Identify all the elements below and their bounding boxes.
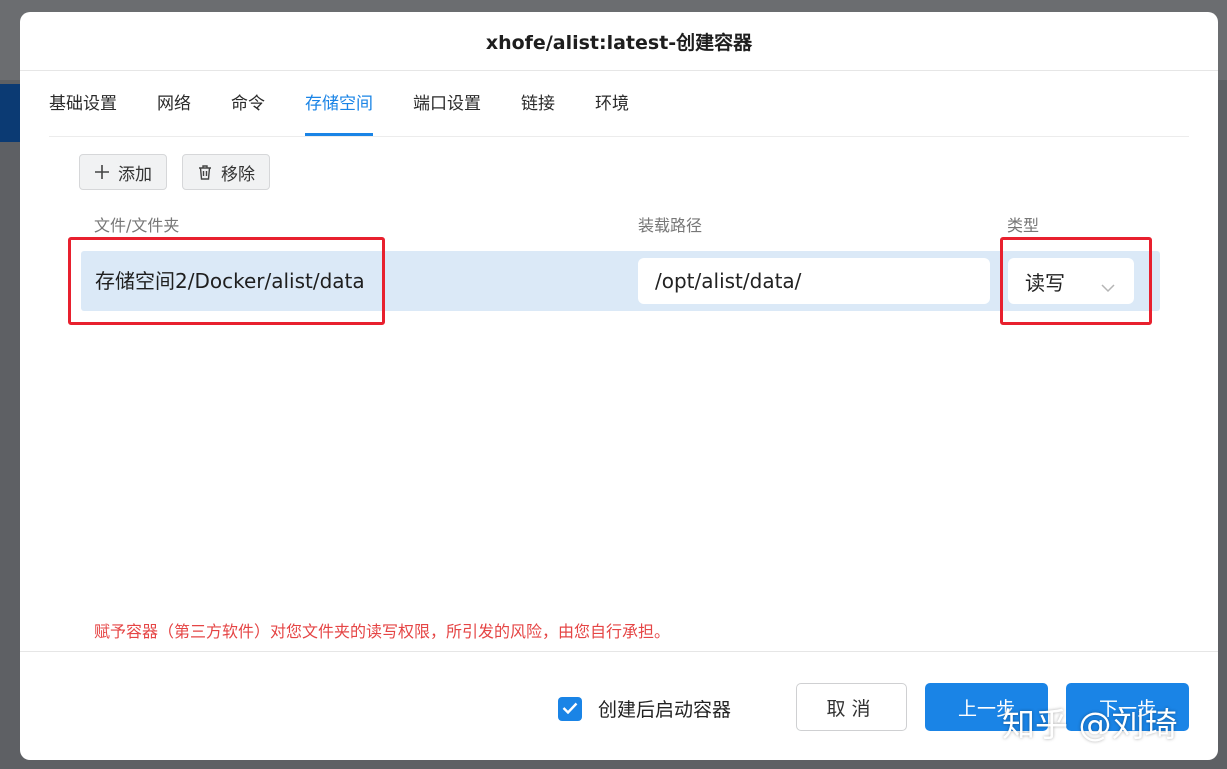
start-after-create-checkbox[interactable] <box>558 696 582 721</box>
dialog-title-bar: xhofe/alist:latest-创建容器 <box>20 12 1218 71</box>
create-container-dialog: xhofe/alist:latest-创建容器 基础设置 网络 命令 存储空间 … <box>20 12 1218 760</box>
tab-basic-settings[interactable]: 基础设置 <box>49 82 117 136</box>
dialog-title: xhofe/alist:latest-创建容器 <box>485 31 753 54</box>
column-header-type: 类型 <box>1007 216 1040 235</box>
plus-icon <box>94 164 110 180</box>
background-app-sidebar <box>0 84 22 142</box>
column-header-mount-path: 装载路径 <box>638 216 703 235</box>
highlight-box-type <box>1000 237 1152 325</box>
highlight-box-file <box>68 237 385 325</box>
start-after-create-option[interactable]: 创建后启动容器 <box>558 695 731 722</box>
tab-network[interactable]: 网络 <box>157 82 191 136</box>
tab-command[interactable]: 命令 <box>231 82 265 136</box>
tab-environment[interactable]: 环境 <box>595 82 629 136</box>
risk-warning-text: 赋予容器（第三方软件）对您文件夹的读写权限，所引发的风险，由您自行承担。 <box>94 622 671 641</box>
tab-links[interactable]: 链接 <box>521 82 555 136</box>
column-header-file: 文件/文件夹 <box>94 216 180 235</box>
add-button-label: 添加 <box>118 164 152 185</box>
start-after-create-label: 创建后启动容器 <box>598 699 732 721</box>
tab-port-settings[interactable]: 端口设置 <box>413 82 481 136</box>
remove-button[interactable]: 移除 <box>182 154 270 190</box>
check-icon <box>562 699 578 718</box>
watermark: 知乎 @刘琦 <box>1002 705 1178 744</box>
tab-storage[interactable]: 存储空间 <box>305 82 373 136</box>
tab-bar: 基础设置 网络 命令 存储空间 端口设置 链接 环境 <box>49 82 1189 137</box>
add-button[interactable]: 添加 <box>79 154 167 190</box>
storage-toolbar: 添加 移除 <box>79 154 270 190</box>
trash-icon <box>197 164 213 181</box>
mount-path-input[interactable] <box>638 258 990 304</box>
cancel-button[interactable]: 取消 <box>796 683 907 731</box>
remove-button-label: 移除 <box>221 164 255 185</box>
